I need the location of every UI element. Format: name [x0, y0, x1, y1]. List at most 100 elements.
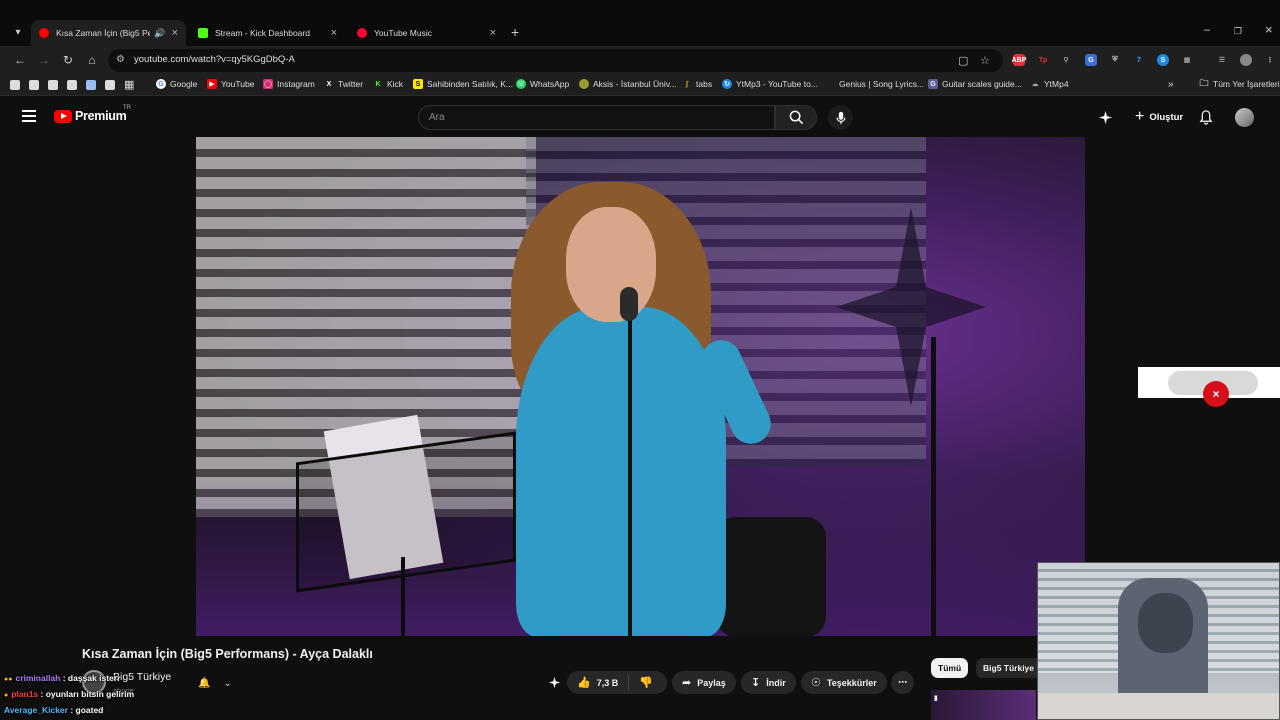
tab-kick-dashboard[interactable]: Stream - Kick Dashboard ×: [190, 20, 345, 46]
thanks-button[interactable]: ☉ Teşekkürler: [801, 671, 887, 694]
profile-avatar[interactable]: [1240, 54, 1252, 66]
download-button[interactable]: ↧ İndir: [741, 671, 796, 694]
tabs-icon: ∫: [686, 80, 688, 88]
tab-search-chevron-icon[interactable]: ▾: [10, 24, 26, 40]
tab-manager-icon[interactable]: ☰: [1216, 54, 1228, 66]
logo-text: Premium: [75, 109, 127, 123]
apps-grid-icon[interactable]: ▦: [124, 78, 134, 91]
bookmark-app-icon[interactable]: [105, 80, 115, 90]
forward-arrow-icon[interactable]: →: [37, 53, 51, 67]
search-icon: [789, 110, 803, 125]
bookmark-instagram[interactable]: ◯ Instagram: [263, 79, 315, 89]
folder-icon: 🗀: [1199, 78, 1209, 88]
tab-youtube-music[interactable]: YouTube Music ×: [349, 20, 504, 46]
bookmark-youtube[interactable]: ▶ YouTube: [207, 79, 254, 89]
youtube-play-logo-icon: [54, 109, 72, 123]
microphone-icon: [835, 111, 846, 124]
adblock-extension-icon[interactable]: ABP: [1012, 54, 1026, 66]
bookmark-aksis[interactable]: Aksis - İstanbul Üniv...: [579, 79, 676, 89]
home-icon[interactable]: ⌂: [85, 53, 99, 67]
chat-username: criminallah: [15, 673, 61, 683]
install-app-icon[interactable]: ▢: [958, 54, 968, 67]
restore-window-icon[interactable]: ❐: [1234, 26, 1242, 37]
chair: [716, 517, 826, 636]
more-bookmarks-chevron-icon[interactable]: »: [1168, 79, 1174, 90]
tp-extension-icon[interactable]: Tp: [1037, 54, 1049, 66]
url-text: youtube.com/watch?v=qy5KGgDbQ-A: [134, 54, 295, 65]
singer-face: [566, 207, 656, 322]
create-label: Oluştur: [1149, 111, 1184, 123]
streamer-webcam: [1037, 562, 1280, 720]
search-input[interactable]: [429, 112, 759, 123]
bookmark-whatsapp[interactable]: ☏ WhatsApp: [516, 79, 569, 89]
overlay-ad-banner: ×: [1138, 367, 1280, 407]
bookmark-tabs[interactable]: ∫ tabs: [682, 79, 712, 89]
s-extension-icon[interactable]: S: [1157, 54, 1169, 66]
thumbs-up-icon: 👍: [577, 677, 591, 689]
recommended-video-thumbnail[interactable]: ▮: [931, 690, 1036, 720]
google-icon: G: [156, 79, 166, 89]
bookmark-kick[interactable]: K Kick: [373, 79, 403, 89]
close-ad-icon[interactable]: ×: [1203, 381, 1229, 407]
bookmark-guitar[interactable]: G Guitar scales guide...: [928, 79, 1022, 89]
all-bookmarks-folder[interactable]: 🗀 Tüm Yer İşaretleri: [1199, 78, 1279, 89]
bookmark-ytmp4[interactable]: ☁ YtMp4: [1030, 79, 1069, 89]
close-tab-icon[interactable]: ×: [172, 27, 178, 39]
new-tab-plus-icon[interactable]: +: [511, 24, 519, 40]
voice-search-button[interactable]: [828, 105, 853, 130]
create-button[interactable]: + Oluştur: [1125, 106, 1194, 128]
menu-kebab-icon[interactable]: ⋮: [1264, 54, 1276, 66]
translate-extension-icon[interactable]: G: [1085, 54, 1097, 66]
like-count: 7,3 B: [596, 677, 619, 688]
like-button[interactable]: 👍 7,3 B: [567, 675, 630, 690]
shield-extension-icon[interactable]: ⛨: [1109, 54, 1121, 66]
bookmark-app-icon[interactable]: [10, 80, 20, 90]
address-bar[interactable]: ⚙ youtube.com/watch?v=qy5KGgDbQ-A ▢ ☆: [108, 49, 1003, 72]
bookmark-app-icon[interactable]: [48, 80, 58, 90]
close-tab-icon[interactable]: ×: [331, 27, 337, 39]
sparkle-ai-icon[interactable]: [1097, 109, 1113, 125]
audio-playing-icon[interactable]: 🔊: [154, 28, 165, 39]
dislike-button[interactable]: 👎: [629, 675, 663, 690]
chat-separator: :: [67, 705, 76, 715]
bookmark-google[interactable]: G Google: [156, 79, 197, 89]
close-window-icon[interactable]: ×: [1265, 22, 1273, 37]
search-extension-icon[interactable]: ⚲: [1060, 54, 1072, 66]
youtube-premium-logo[interactable]: Premium TR: [54, 105, 131, 123]
ai-extension-icon[interactable]: 7: [1133, 54, 1145, 66]
tab-youtube-video[interactable]: Kısa Zaman İçin (Big5 Perfo 🔊 ×: [31, 20, 186, 46]
chip-all[interactable]: Tümü: [931, 658, 969, 678]
bookmark-label: Instagram: [277, 79, 315, 89]
more-actions-button[interactable]: ⋯: [891, 671, 914, 694]
extensions-puzzle-icon[interactable]: ▦: [1181, 54, 1193, 66]
bookmark-twitter[interactable]: X Twitter: [324, 79, 363, 89]
bookmark-app-icon[interactable]: [67, 80, 77, 90]
bookmark-sahibinden[interactable]: S Sahibinden Satılık, K...: [413, 79, 513, 89]
ask-ai-sparkle-icon[interactable]: [548, 676, 561, 692]
browser-toolbar: ← → ↻ ⌂ ⚙ youtube.com/watch?v=qy5KGgDbQ-…: [0, 46, 1280, 75]
bookmark-star-icon[interactable]: ☆: [980, 54, 990, 67]
search-box: [418, 105, 775, 130]
bookmark-app-icon[interactable]: [29, 80, 39, 90]
chip-channel[interactable]: Big5 Türkiye: [976, 658, 1042, 678]
subscription-bell-button[interactable]: 🔔 ⌄: [192, 673, 238, 693]
bookmark-ytmp3[interactable]: ↻ YtMp3 - YouTube to...: [722, 79, 818, 89]
menu-hamburger-icon[interactable]: [22, 110, 36, 122]
video-title: Kısa Zaman İçin (Big5 Performans) - Ayça…: [82, 647, 373, 661]
notifications-bell-icon[interactable]: [1198, 109, 1214, 125]
video-player[interactable]: [196, 137, 1085, 636]
share-button[interactable]: ➦ Paylaş: [672, 671, 736, 694]
account-avatar[interactable]: [1235, 108, 1254, 127]
chat-badge-icon: ●●: [4, 676, 13, 683]
guitar-icon: G: [928, 79, 938, 89]
channel-name[interactable]: Big5 Türkiye: [113, 671, 171, 683]
site-info-icon[interactable]: ⚙: [116, 54, 128, 66]
bookmark-genius[interactable]: Genius | Song Lyrics...: [839, 79, 924, 89]
bookmark-app-icon[interactable]: [86, 80, 96, 90]
minimize-window-icon[interactable]: –: [1204, 24, 1210, 36]
chat-separator: :: [60, 673, 68, 683]
close-tab-icon[interactable]: ×: [490, 27, 496, 39]
search-button[interactable]: [775, 105, 817, 130]
back-arrow-icon[interactable]: ←: [13, 53, 27, 67]
reload-icon[interactable]: ↻: [61, 53, 75, 67]
